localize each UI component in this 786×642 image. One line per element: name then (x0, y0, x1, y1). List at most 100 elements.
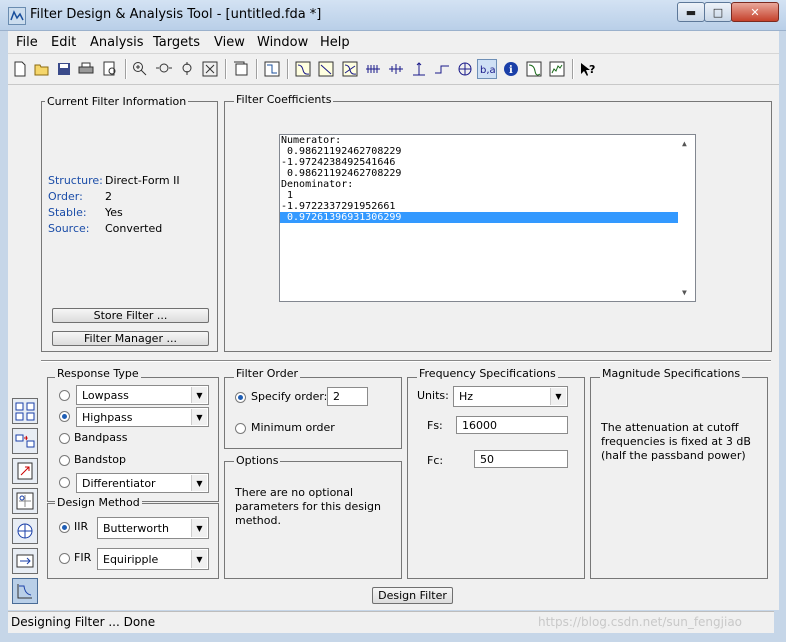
menu-analysis[interactable]: Analysis (90, 35, 144, 50)
toolbar-separator (225, 59, 227, 79)
whats-this-icon[interactable]: ? (578, 59, 598, 79)
realize-model-icon[interactable] (12, 548, 38, 574)
bandpass-radio[interactable] (59, 433, 70, 444)
minimum-order-label[interactable]: Minimum order (251, 421, 335, 434)
menu-window[interactable]: Window (257, 35, 308, 50)
toolbar: b,a i ? (8, 54, 779, 85)
window-title: Filter Design & Analysis Tool - [untitle… (30, 7, 322, 22)
menu-edit[interactable]: Edit (51, 35, 76, 50)
filter-manager-button[interactable]: Filter Manager ... (52, 331, 209, 346)
minimize-button[interactable]: ▬ (677, 2, 705, 22)
pole-zero-icon[interactable] (455, 59, 475, 79)
coefficient-line[interactable]: -1.9722337291952661 (280, 201, 695, 212)
full-view-icon[interactable] (200, 59, 220, 79)
import-filter-icon[interactable] (12, 458, 38, 484)
coefficient-line[interactable]: -1.9724238492541646 (280, 157, 695, 168)
highpass-select[interactable]: Highpass ▼ (76, 407, 209, 427)
noise-icon[interactable] (547, 59, 567, 79)
convert-structure-icon[interactable] (12, 428, 38, 454)
save-icon[interactable] (54, 59, 74, 79)
radio-selected-dot (62, 525, 67, 530)
differentiator-value: Differentiator (82, 476, 156, 490)
units-select[interactable]: Hz ▼ (453, 386, 568, 407)
specify-order-radio[interactable] (235, 392, 246, 403)
specify-order-label[interactable]: Specify order: (251, 390, 327, 403)
minimum-order-radio[interactable] (235, 423, 246, 434)
highpass-radio[interactable] (59, 411, 70, 422)
coefficients-icon[interactable]: b,a (477, 59, 497, 79)
print-icon[interactable] (76, 59, 96, 79)
listbox-scrollbar[interactable]: ▲ ▼ (679, 136, 694, 300)
fc-label: Fc: (427, 454, 444, 467)
phase-icon[interactable] (316, 59, 336, 79)
menu-targets[interactable]: Targets (153, 35, 200, 50)
fir-method-value: Equiripple (103, 552, 159, 566)
design-filter-icon[interactable] (12, 578, 38, 604)
step-icon[interactable] (432, 59, 452, 79)
fir-method-select[interactable]: Equiripple ▼ (97, 548, 209, 570)
coefficient-line[interactable]: 0.98621192462708229 (280, 168, 695, 179)
group-delay-icon[interactable] (363, 59, 383, 79)
units-value: Hz (459, 390, 474, 403)
toolbar-separator (287, 59, 289, 79)
mag-phase-icon[interactable] (340, 59, 360, 79)
iir-label[interactable]: IIR (74, 520, 88, 533)
fc-input[interactable]: 50 (474, 450, 568, 468)
coefficient-line[interactable]: 0.98621192462708229 (280, 146, 695, 157)
coefficient-line[interactable]: 1 (280, 190, 695, 201)
lowpass-radio[interactable] (59, 390, 70, 401)
maximize-button[interactable]: □ (704, 2, 732, 22)
menu-view[interactable]: View (214, 35, 245, 50)
svg-text:i: i (509, 65, 513, 76)
coefficients-listbox[interactable]: Numerator: 0.98621192462708229 -1.972423… (279, 134, 696, 302)
chevron-down-icon: ▼ (191, 519, 207, 537)
bandpass-label[interactable]: Bandpass (74, 431, 127, 444)
print-preview-icon[interactable] (100, 59, 120, 79)
scroll-up-icon[interactable]: ▲ (682, 138, 687, 149)
store-filter-button[interactable]: Store Filter ... (52, 308, 209, 323)
differentiator-radio[interactable] (59, 477, 70, 488)
fs-input[interactable]: 16000 (456, 416, 568, 434)
fir-label[interactable]: FIR (74, 551, 91, 564)
new-figure-icon[interactable] (231, 59, 251, 79)
status-bar: Designing Filter ... Done https://blog.c… (8, 611, 774, 633)
info-icon[interactable]: i (501, 59, 521, 79)
panel-divider (41, 360, 771, 362)
magnitude-text: The attenuation at cutoff frequencies is… (601, 421, 751, 462)
menu-help[interactable]: Help (320, 35, 350, 50)
fs-label: Fs: (427, 419, 443, 432)
design-method-legend: Design Method (55, 496, 142, 509)
magnitude-icon[interactable] (293, 59, 313, 79)
bandstop-label[interactable]: Bandstop (74, 453, 126, 466)
new-icon[interactable] (10, 59, 30, 79)
main-panel: Current Filter Information Structure: Di… (8, 85, 779, 610)
order-input[interactable]: 2 (327, 387, 368, 406)
design-view-icon[interactable] (262, 59, 282, 79)
chevron-down-icon: ▼ (550, 388, 566, 405)
coefficient-line[interactable]: Numerator: (280, 135, 695, 146)
magnitude-estimate-icon[interactable] (524, 59, 544, 79)
open-icon[interactable] (32, 59, 52, 79)
zoom-x-icon[interactable] (154, 59, 174, 79)
scroll-down-icon[interactable]: ▼ (682, 287, 687, 298)
title-bar: Filter Design & Analysis Tool - [untitle… (0, 0, 786, 31)
zoom-in-icon[interactable] (130, 59, 150, 79)
order-value: 2 (105, 190, 112, 203)
multirate-icon[interactable] (12, 518, 38, 544)
design-filter-button[interactable]: Design Filter (372, 587, 453, 604)
impulse-icon[interactable] (409, 59, 429, 79)
pole-zero-editor-icon[interactable] (12, 488, 38, 514)
coefficient-line[interactable]: Denominator: (280, 179, 695, 190)
zoom-fit-icon[interactable] (178, 59, 198, 79)
lowpass-select[interactable]: Lowpass ▼ (76, 385, 209, 405)
bandstop-radio[interactable] (59, 455, 70, 466)
phase-delay-icon[interactable] (386, 59, 406, 79)
menu-file[interactable]: File (16, 35, 38, 50)
transform-filter-icon[interactable] (12, 398, 38, 424)
differentiator-select[interactable]: Differentiator ▼ (76, 473, 209, 493)
iir-method-select[interactable]: Butterworth ▼ (97, 517, 209, 539)
iir-radio[interactable] (59, 522, 70, 533)
close-button[interactable]: ✕ (731, 2, 779, 22)
fir-radio[interactable] (59, 553, 70, 564)
coefficient-line-selected[interactable]: 0.97261396931306299 (280, 212, 678, 223)
